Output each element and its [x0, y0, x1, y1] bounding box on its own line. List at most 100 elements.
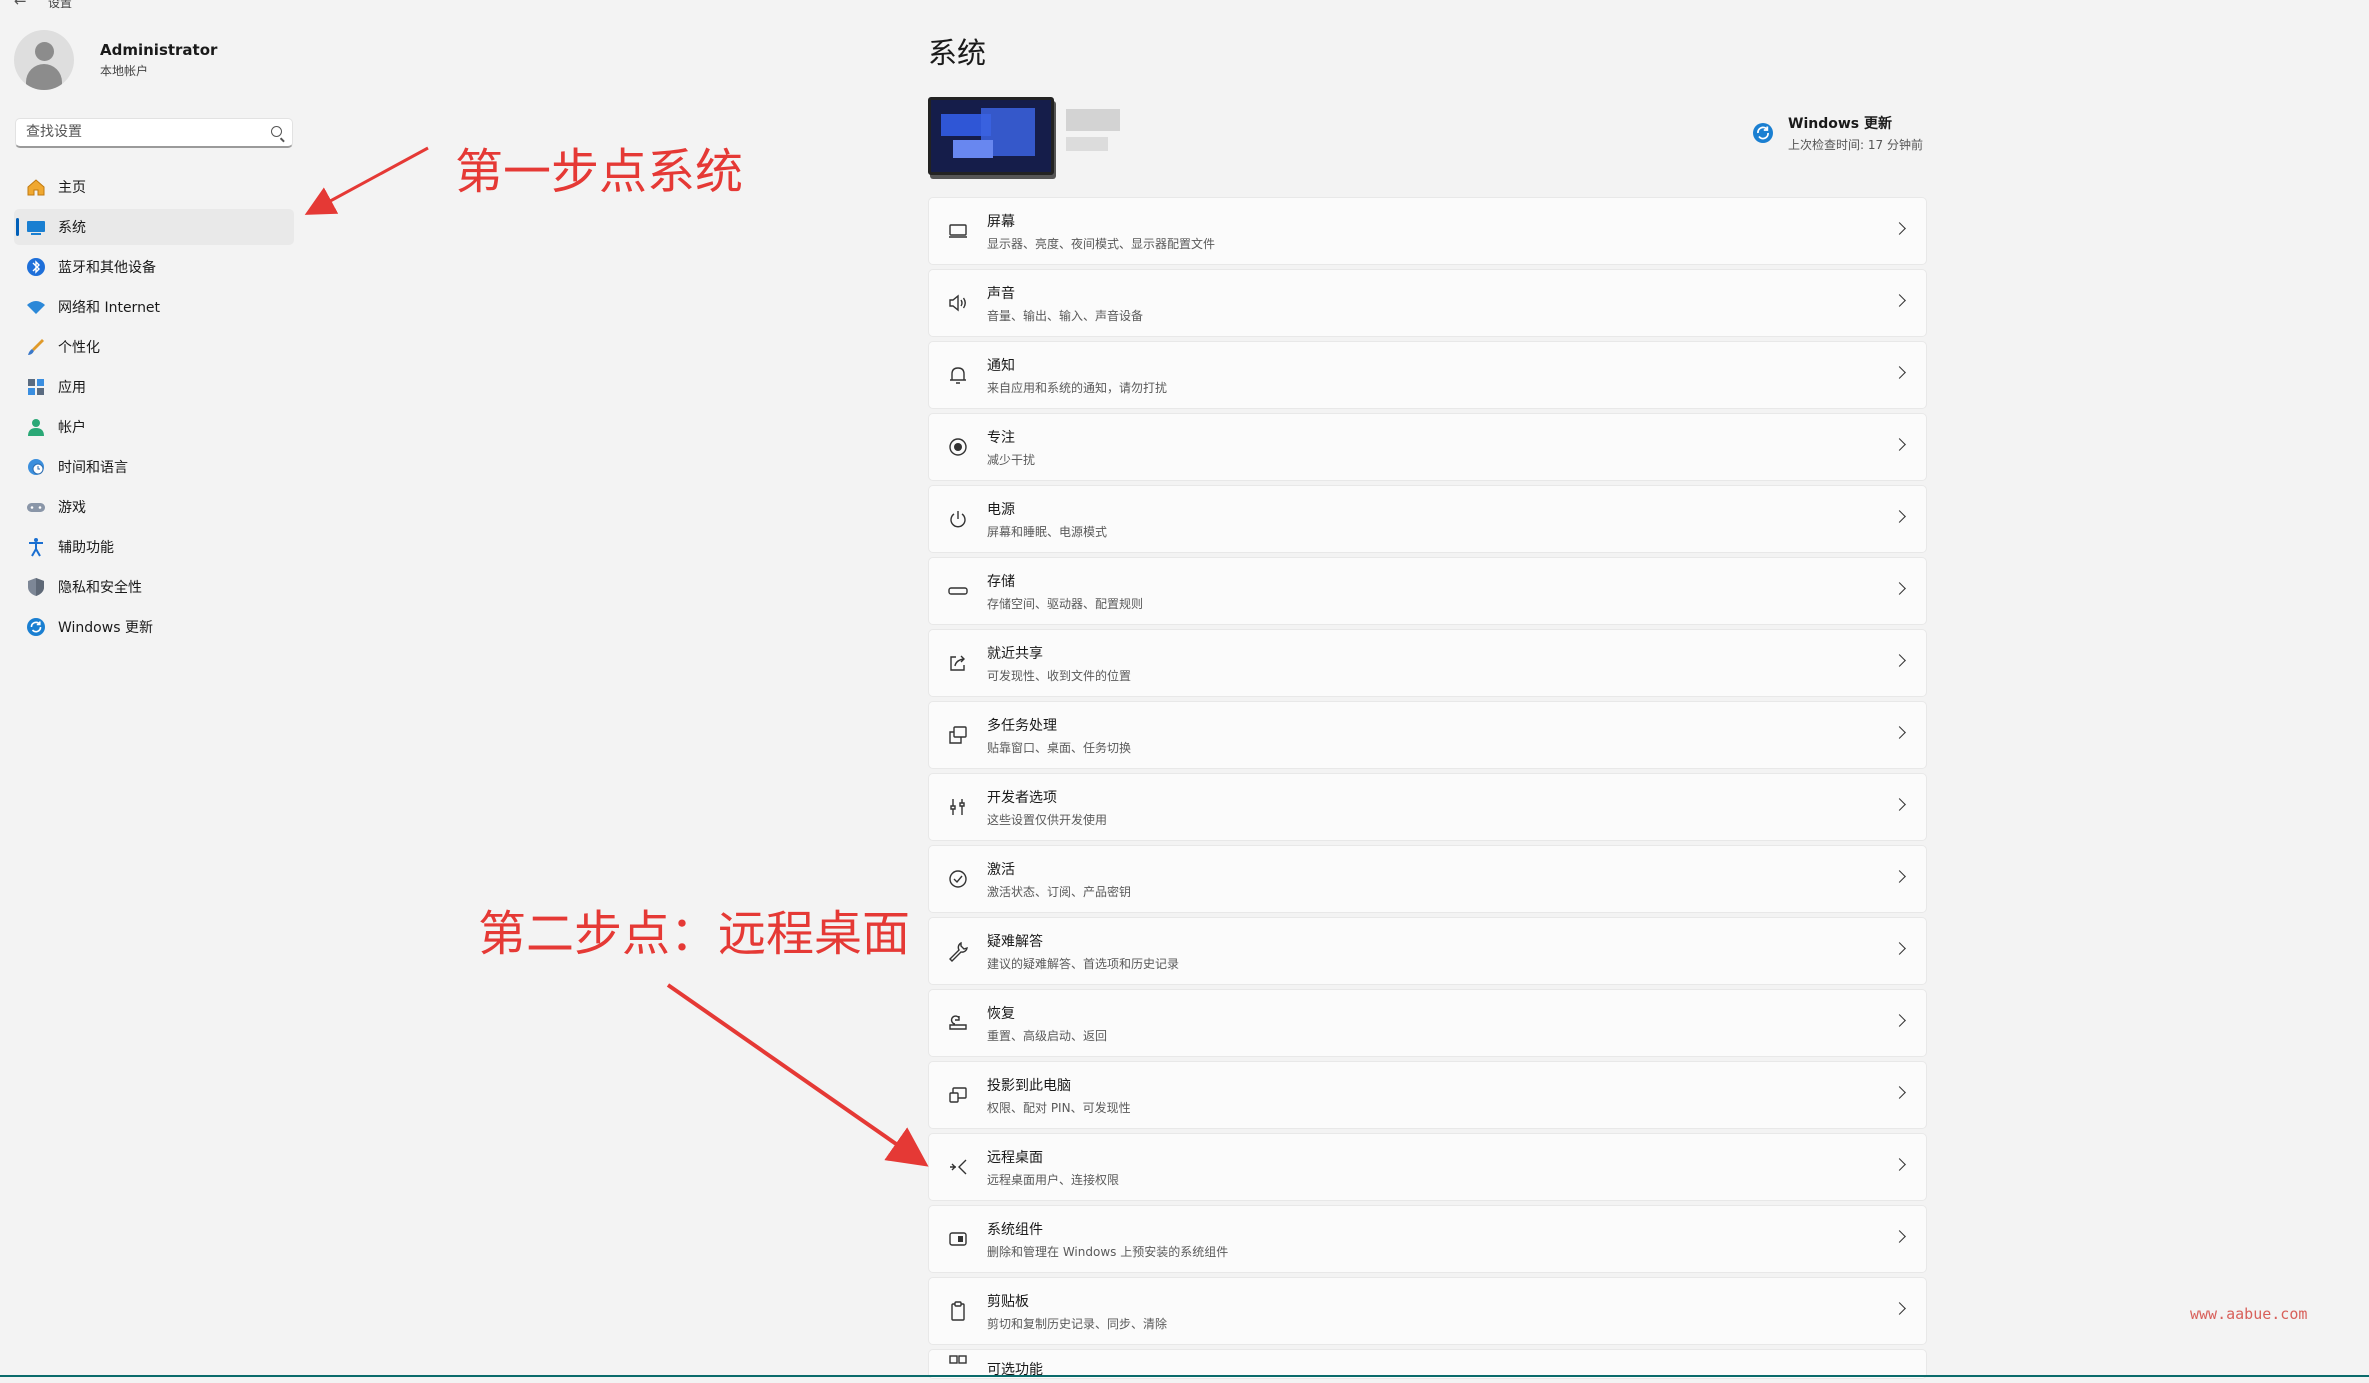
- arrow-to-system: [304, 146, 429, 215]
- system-icon: [26, 217, 46, 237]
- sidebar-item-network[interactable]: 网络和 Internet: [14, 289, 294, 325]
- card-subtitle: 删除和管理在 Windows 上预安装的系统组件: [987, 1244, 1229, 1259]
- windows-update-status[interactable]: Windows 更新 上次检查时间: 17 分钟前: [1752, 113, 1923, 153]
- card-remote-desktop[interactable]: 远程桌面远程桌面用户、连接权限: [928, 1133, 1927, 1201]
- sidebar-item-accounts[interactable]: 帐户: [14, 409, 294, 445]
- card-title: 远程桌面: [987, 1149, 1043, 1166]
- search-input[interactable]: [16, 119, 256, 145]
- card-developer[interactable]: 开发者选项 这些设置仅供开发使用: [928, 773, 1927, 841]
- chevron-right-icon: [1893, 1158, 1906, 1171]
- remote-desktop-icon: [947, 1156, 969, 1178]
- card-title: 系统组件: [987, 1221, 1043, 1238]
- card-project-to-pc[interactable]: 投影到此电脑 权限、配对 PIN、可发现性: [928, 1061, 1927, 1129]
- card-nearby-sharing[interactable]: 就近共享可发现性、收到文件的位置: [928, 629, 1927, 697]
- chevron-right-icon: [1893, 726, 1906, 739]
- chevron-right-icon: [1893, 870, 1906, 883]
- chevron-right-icon: [1893, 438, 1906, 451]
- sidebar-item-bluetooth[interactable]: 蓝牙和其他设备: [14, 249, 294, 285]
- sidebar-item-system[interactable]: 系统: [14, 209, 294, 245]
- sidebar-item-label: Windows 更新: [58, 620, 153, 636]
- chevron-right-icon: [1893, 798, 1906, 811]
- check-circle-icon: [947, 868, 969, 890]
- title-bar: ← 设置: [0, 0, 2369, 10]
- optional-features-icon: [947, 1353, 969, 1375]
- card-title: 投影到此电脑: [987, 1077, 1071, 1094]
- sidebar-item-label: 隐私和安全性: [58, 580, 142, 596]
- gamepad-icon: [26, 497, 46, 517]
- sidebar-item-windows-update[interactable]: Windows 更新: [14, 609, 294, 645]
- card-title: 存储: [987, 573, 1015, 590]
- card-subtitle: 来自应用和系统的通知，请勿打扰: [987, 380, 1168, 395]
- card-title: 多任务处理: [987, 717, 1057, 734]
- card-clipboard[interactable]: 剪贴板 剪切和复制历史记录、同步、清除: [928, 1277, 1927, 1345]
- globe-clock-icon: [26, 457, 46, 477]
- sidebar-item-label: 个性化: [58, 340, 100, 356]
- sidebar-item-home[interactable]: 主页: [14, 169, 294, 205]
- watermark-text: www.aabue.com: [2190, 1305, 2308, 1323]
- sidebar-item-personalization[interactable]: 个性化: [14, 329, 294, 365]
- card-recovery[interactable]: 恢复重置、高级启动、返回: [928, 989, 1927, 1057]
- card-subtitle: 显示器、亮度、夜间模式、显示器配置文件: [987, 236, 1216, 251]
- card-power[interactable]: 电源 屏幕和睡眠、电源模式: [928, 485, 1927, 553]
- window-title: 设置: [48, 0, 73, 10]
- sidebar-item-privacy[interactable]: 隐私和安全性: [14, 569, 294, 605]
- shield-icon: [26, 577, 46, 597]
- sidebar-item-label: 系统: [58, 220, 86, 236]
- card-subtitle: 可发现性、收到文件的位置: [987, 668, 1132, 683]
- card-activation[interactable]: 激活激活状态、订阅、产品密钥: [928, 845, 1927, 913]
- power-icon: [947, 508, 969, 530]
- device-name-redacted: [1066, 109, 1120, 131]
- card-multitasking[interactable]: 多任务处理贴靠窗口、桌面、任务切换: [928, 701, 1927, 769]
- card-subtitle: 重置、高级启动、返回: [987, 1028, 1108, 1043]
- bell-icon: [947, 364, 969, 386]
- card-subtitle: 激活状态、订阅、产品密钥: [987, 884, 1132, 899]
- card-title: 通知: [987, 357, 1015, 374]
- card-system-components[interactable]: 系统组件删除和管理在 Windows 上预安装的系统组件: [928, 1205, 1927, 1273]
- card-focus[interactable]: 专注 减少干扰: [928, 413, 1927, 481]
- card-title: 声音: [987, 285, 1015, 302]
- card-title: 就近共享: [987, 645, 1043, 662]
- update-icon: [1752, 122, 1774, 144]
- card-subtitle: 贴靠窗口、桌面、任务切换: [987, 740, 1132, 755]
- sidebar-item-apps[interactable]: 应用: [14, 369, 294, 405]
- card-title: 激活: [987, 861, 1015, 878]
- card-troubleshoot[interactable]: 疑难解答 建议的疑难解答、首选项和历史记录: [928, 917, 1927, 985]
- sidebar-item-time-language[interactable]: 时间和语言: [14, 449, 294, 485]
- chevron-right-icon: [1893, 942, 1906, 955]
- card-subtitle: 这些设置仅供开发使用: [987, 812, 1108, 827]
- device-preview: [928, 97, 1120, 175]
- sidebar-item-label: 网络和 Internet: [58, 300, 161, 316]
- sidebar-item-label: 游戏: [58, 500, 86, 516]
- wifi-icon: [26, 297, 46, 317]
- account-icon: [26, 417, 46, 437]
- search-icon[interactable]: [271, 126, 282, 137]
- arrow-to-remote-desktop: [666, 983, 929, 1167]
- windows-update-subtitle: 上次检查时间: 17 分钟前: [1788, 138, 1923, 152]
- chevron-right-icon: [1893, 1230, 1906, 1243]
- sidebar-item-accessibility[interactable]: 辅助功能: [14, 529, 294, 565]
- brush-icon: [26, 337, 46, 357]
- sidebar-item-label: 辅助功能: [58, 540, 114, 556]
- speaker-icon: [947, 292, 969, 314]
- back-arrow-icon[interactable]: ←: [14, 0, 27, 10]
- card-storage[interactable]: 存储存储空间、驱动器、配置规则: [928, 557, 1927, 625]
- card-title: 恢复: [987, 1005, 1015, 1022]
- project-icon: [947, 1084, 969, 1106]
- focus-icon: [947, 436, 969, 458]
- apps-icon: [26, 377, 46, 397]
- sidebar-item-gaming[interactable]: 游戏: [14, 489, 294, 525]
- user-profile[interactable]: Administrator 本地帐户: [14, 30, 217, 90]
- card-title: 电源: [987, 501, 1015, 518]
- card-subtitle: 远程桌面用户、连接权限: [987, 1172, 1120, 1187]
- sidebar-item-label: 主页: [58, 180, 86, 196]
- page-title: 系统: [928, 36, 987, 70]
- search-box: [15, 118, 293, 148]
- card-subtitle: 音量、输出、输入、声音设备: [987, 308, 1144, 323]
- card-display[interactable]: 屏幕 显示器、亮度、夜间模式、显示器配置文件: [928, 197, 1927, 265]
- card-notifications[interactable]: 通知来自应用和系统的通知，请勿打扰: [928, 341, 1927, 409]
- accessibility-icon: [26, 537, 46, 557]
- card-title: 专注: [987, 429, 1015, 446]
- card-subtitle: 存储空间、驱动器、配置规则: [987, 596, 1144, 611]
- multitask-icon: [947, 724, 969, 746]
- card-sound[interactable]: 声音音量、输出、输入、声音设备: [928, 269, 1927, 337]
